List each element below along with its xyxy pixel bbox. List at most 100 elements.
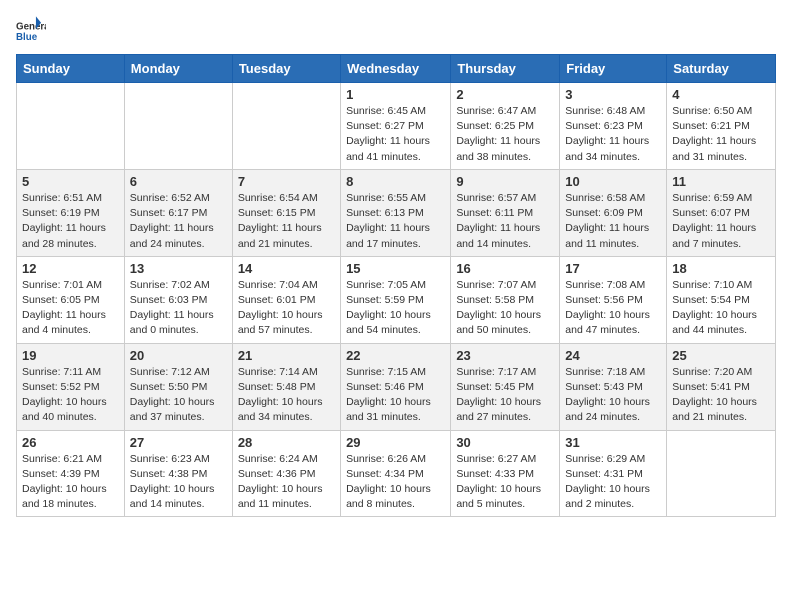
day-cell: 5Sunrise: 6:51 AMSunset: 6:19 PMDaylight… xyxy=(17,169,125,256)
day-header-wednesday: Wednesday xyxy=(341,55,451,83)
day-cell: 27 Sunrise: 6:23 AMSunset: 4:38 PMDayligh… xyxy=(124,430,232,517)
day-header-sunday: Sunday xyxy=(17,55,125,83)
day-info: Sunrise: 6:57 AMSunset: 6:11 PMDaylight:… xyxy=(456,191,554,252)
week-row-2: 5Sunrise: 6:51 AMSunset: 6:19 PMDaylight… xyxy=(17,169,776,256)
day-number: 27 xyxy=(130,435,227,450)
day-cell: 17 Sunrise: 7:08 AMSunset: 5:56 PMDayligh… xyxy=(560,256,667,343)
day-number: 9 xyxy=(456,174,554,189)
day-number: 20 xyxy=(130,348,227,363)
day-cell: 11 Sunrise: 6:59 AMSunset: 6:07 PMDayligh… xyxy=(667,169,776,256)
day-cell xyxy=(124,83,232,170)
day-info: Sunrise: 6:48 AMSunset: 6:23 PMDaylight:… xyxy=(565,104,661,165)
day-number: 28 xyxy=(238,435,335,450)
logo-icon: General Blue xyxy=(16,16,46,46)
day-number: 21 xyxy=(238,348,335,363)
day-info: Sunrise: 7:07 AMSunset: 5:58 PMDaylight:… xyxy=(456,278,554,339)
day-cell: 7 Sunrise: 6:54 AMSunset: 6:15 PMDaylight… xyxy=(232,169,340,256)
week-row-3: 12 Sunrise: 7:01 AMSunset: 6:05 PMDayligh… xyxy=(17,256,776,343)
calendar-header: SundayMondayTuesdayWednesdayThursdayFrid… xyxy=(17,55,776,83)
day-number: 30 xyxy=(456,435,554,450)
day-number: 26 xyxy=(22,435,119,450)
day-number: 24 xyxy=(565,348,661,363)
day-number: 19 xyxy=(22,348,119,363)
day-cell xyxy=(232,83,340,170)
day-cell: 10 Sunrise: 6:58 AMSunset: 6:09 PMDayligh… xyxy=(560,169,667,256)
day-number: 8 xyxy=(346,174,445,189)
day-number: 31 xyxy=(565,435,661,450)
day-number: 23 xyxy=(456,348,554,363)
day-cell xyxy=(667,430,776,517)
page-header: General Blue xyxy=(16,16,776,46)
day-number: 14 xyxy=(238,261,335,276)
day-info: Sunrise: 7:12 AMSunset: 5:50 PMDaylight:… xyxy=(130,365,227,426)
day-number: 18 xyxy=(672,261,770,276)
day-number: 25 xyxy=(672,348,770,363)
day-info: Sunrise: 7:05 AMSunset: 5:59 PMDaylight:… xyxy=(346,278,445,339)
day-cell: 24 Sunrise: 7:18 AMSunset: 5:43 PMDayligh… xyxy=(560,343,667,430)
calendar-body: 1 Sunrise: 6:45 AMSunset: 6:27 PMDaylight… xyxy=(17,83,776,517)
day-header-saturday: Saturday xyxy=(667,55,776,83)
svg-text:General: General xyxy=(16,22,46,33)
day-info: Sunrise: 7:04 AMSunset: 6:01 PMDaylight:… xyxy=(238,278,335,339)
day-info: Sunrise: 6:55 AMSunset: 6:13 PMDaylight:… xyxy=(346,191,445,252)
day-number: 4 xyxy=(672,87,770,102)
day-cell: 18 Sunrise: 7:10 AMSunset: 5:54 PMDayligh… xyxy=(667,256,776,343)
day-number: 22 xyxy=(346,348,445,363)
day-number: 6 xyxy=(130,174,227,189)
day-info: Sunrise: 7:10 AMSunset: 5:54 PMDaylight:… xyxy=(672,278,770,339)
day-cell: 28Sunrise: 6:24 AMSunset: 4:36 PMDayligh… xyxy=(232,430,340,517)
day-header-thursday: Thursday xyxy=(451,55,560,83)
day-info: Sunrise: 7:02 AMSunset: 6:03 PMDaylight:… xyxy=(130,278,227,339)
day-info: Sunrise: 6:54 AMSunset: 6:15 PMDaylight:… xyxy=(238,191,335,252)
day-cell: 20 Sunrise: 7:12 AMSunset: 5:50 PMDayligh… xyxy=(124,343,232,430)
day-info: Sunrise: 6:59 AMSunset: 6:07 PMDaylight:… xyxy=(672,191,770,252)
day-info: Sunrise: 7:14 AMSunset: 5:48 PMDaylight:… xyxy=(238,365,335,426)
day-cell: 30 Sunrise: 6:27 AMSunset: 4:33 PMDayligh… xyxy=(451,430,560,517)
day-cell: 19 Sunrise: 7:11 AMSunset: 5:52 PMDayligh… xyxy=(17,343,125,430)
day-cell: 21 Sunrise: 7:14 AMSunset: 5:48 PMDayligh… xyxy=(232,343,340,430)
day-info: Sunrise: 6:50 AMSunset: 6:21 PMDaylight:… xyxy=(672,104,770,165)
day-number: 11 xyxy=(672,174,770,189)
days-of-week-row: SundayMondayTuesdayWednesdayThursdayFrid… xyxy=(17,55,776,83)
day-info: Sunrise: 7:11 AMSunset: 5:52 PMDaylight:… xyxy=(22,365,119,426)
day-number: 2 xyxy=(456,87,554,102)
day-cell: 15 Sunrise: 7:05 AMSunset: 5:59 PMDayligh… xyxy=(341,256,451,343)
day-info: Sunrise: 6:29 AMSunset: 4:31 PMDaylight:… xyxy=(565,452,661,513)
day-cell: 4 Sunrise: 6:50 AMSunset: 6:21 PMDaylight… xyxy=(667,83,776,170)
week-row-4: 19 Sunrise: 7:11 AMSunset: 5:52 PMDayligh… xyxy=(17,343,776,430)
day-cell: 16 Sunrise: 7:07 AMSunset: 5:58 PMDayligh… xyxy=(451,256,560,343)
day-number: 12 xyxy=(22,261,119,276)
day-info: Sunrise: 6:27 AMSunset: 4:33 PMDaylight:… xyxy=(456,452,554,513)
week-row-1: 1 Sunrise: 6:45 AMSunset: 6:27 PMDaylight… xyxy=(17,83,776,170)
day-info: Sunrise: 6:58 AMSunset: 6:09 PMDaylight:… xyxy=(565,191,661,252)
week-row-5: 26Sunrise: 6:21 AMSunset: 4:39 PMDayligh… xyxy=(17,430,776,517)
day-cell: 22Sunrise: 7:15 AMSunset: 5:46 PMDayligh… xyxy=(341,343,451,430)
day-cell: 26Sunrise: 6:21 AMSunset: 4:39 PMDayligh… xyxy=(17,430,125,517)
svg-text:Blue: Blue xyxy=(16,32,38,43)
day-info: Sunrise: 6:26 AMSunset: 4:34 PMDaylight:… xyxy=(346,452,445,513)
day-number: 16 xyxy=(456,261,554,276)
day-info: Sunrise: 6:45 AMSunset: 6:27 PMDaylight:… xyxy=(346,104,445,165)
day-info: Sunrise: 7:01 AMSunset: 6:05 PMDaylight:… xyxy=(22,278,119,339)
day-info: Sunrise: 6:52 AMSunset: 6:17 PMDaylight:… xyxy=(130,191,227,252)
day-info: Sunrise: 6:51 AMSunset: 6:19 PMDaylight:… xyxy=(22,191,119,252)
day-number: 15 xyxy=(346,261,445,276)
day-cell: 13Sunrise: 7:02 AMSunset: 6:03 PMDayligh… xyxy=(124,256,232,343)
day-cell: 9 Sunrise: 6:57 AMSunset: 6:11 PMDaylight… xyxy=(451,169,560,256)
day-number: 3 xyxy=(565,87,661,102)
day-cell: 3 Sunrise: 6:48 AMSunset: 6:23 PMDaylight… xyxy=(560,83,667,170)
day-cell: 29Sunrise: 6:26 AMSunset: 4:34 PMDayligh… xyxy=(341,430,451,517)
day-header-tuesday: Tuesday xyxy=(232,55,340,83)
day-info: Sunrise: 7:18 AMSunset: 5:43 PMDaylight:… xyxy=(565,365,661,426)
day-header-friday: Friday xyxy=(560,55,667,83)
day-number: 17 xyxy=(565,261,661,276)
day-info: Sunrise: 7:20 AMSunset: 5:41 PMDaylight:… xyxy=(672,365,770,426)
day-info: Sunrise: 7:08 AMSunset: 5:56 PMDaylight:… xyxy=(565,278,661,339)
day-header-monday: Monday xyxy=(124,55,232,83)
day-number: 7 xyxy=(238,174,335,189)
day-number: 1 xyxy=(346,87,445,102)
logo: General Blue xyxy=(16,16,48,46)
day-cell: 12 Sunrise: 7:01 AMSunset: 6:05 PMDayligh… xyxy=(17,256,125,343)
day-info: Sunrise: 6:23 AMSunset: 4:38 PMDaylight:… xyxy=(130,452,227,513)
day-number: 10 xyxy=(565,174,661,189)
